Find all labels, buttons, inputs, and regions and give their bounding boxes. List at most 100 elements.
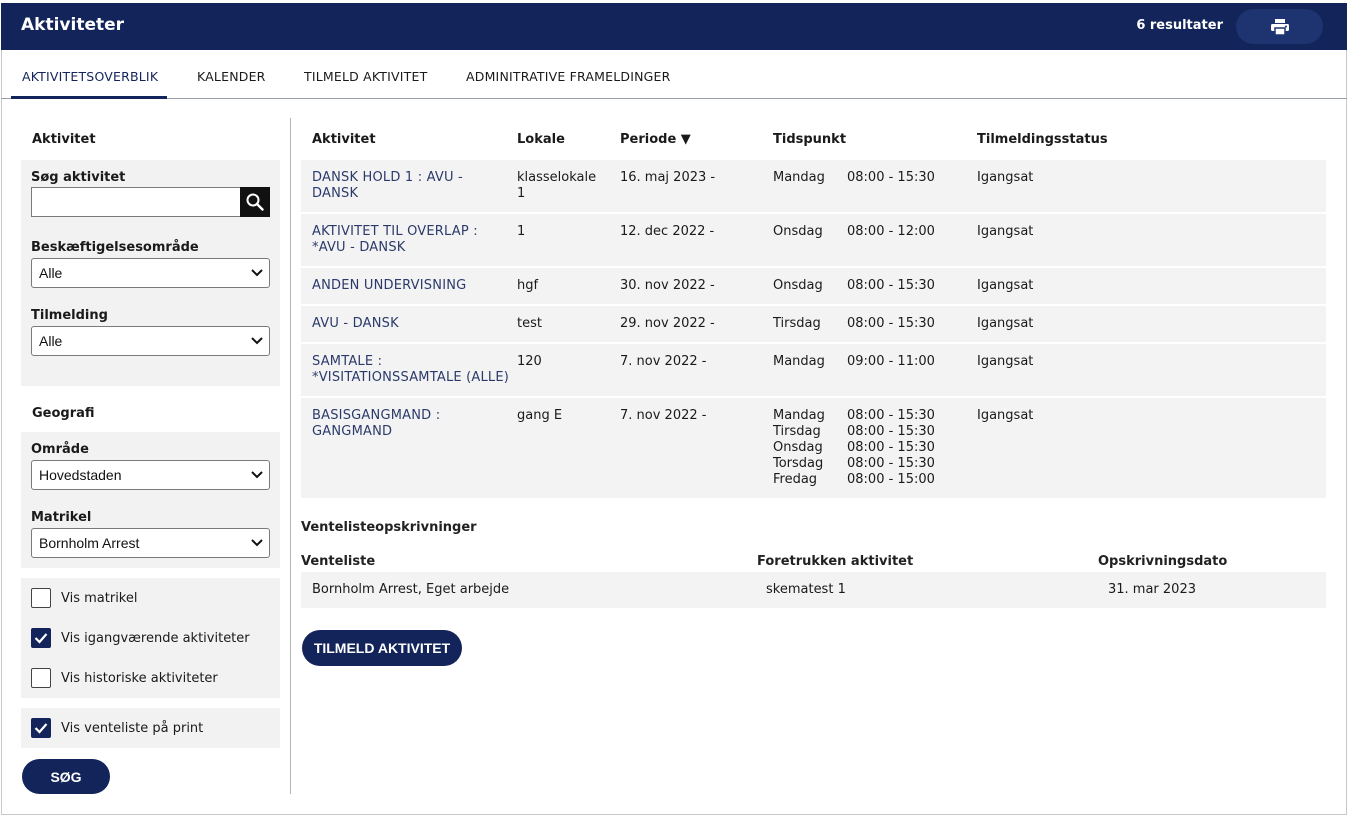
activity-link[interactable]: ANDEN UNDERVISNING [312,278,466,294]
col-header-periode[interactable]: Periode ▼ [620,132,691,147]
search-input[interactable] [31,187,241,217]
checkmark-icon [34,633,48,644]
region-select[interactable]: Hovedstaden [31,460,270,490]
activity-link-line: ANDEN UNDERVISNING [312,278,467,293]
checkbox-vis-igangvaerende[interactable]: Vis igangværende aktiviteter [31,627,250,649]
chevron-down-icon [251,269,263,277]
waitlist-row: Bornholm Arrest, Eget arbejde skematest … [301,572,1326,608]
activity-link[interactable]: BASISGANGMAND : GANGMAND [312,408,440,440]
area-label: Beskæftigelsesområde [31,240,199,255]
print-button[interactable] [1236,9,1323,44]
periode-cell: 30. nov 2022 - [620,278,715,293]
lokale-line: test [517,316,542,331]
checkbox[interactable] [31,628,51,648]
col-header-lokale[interactable]: Lokale [517,132,565,147]
waitlist-col-foretrukken: Foretrukken aktivitet [757,554,914,569]
checkbox[interactable] [31,718,51,738]
matrikel-select[interactable]: Bornholm Arrest [31,528,270,558]
periode-cell: 7. nov 2022 - [620,354,707,369]
day-label: Mandag [773,354,825,369]
status-cell: Igangsat [977,170,1034,185]
waitlist-title: Ventelisteopskrivninger [301,520,477,535]
col-header-aktivitet[interactable]: Aktivitet [312,132,376,147]
tab-administrative-frameldinger[interactable]: ADMINITRATIVE FRAMELDINGER [466,69,671,84]
activity-link[interactable]: AKTIVITET TIL OVERLAP : *AVU - DANSK [312,224,478,256]
activity-link[interactable]: DANSK HOLD 1 : AVU - DANSK [312,170,463,202]
lokale-line: 120 [517,354,542,369]
time-range: 08:00 - 15:30 [847,424,935,439]
waitlist-col-venteliste: Venteliste [301,554,376,569]
checkbox-label: Vis matrikel [61,590,138,606]
tab-bar: AKTIVITETSOVERBLIK KALENDER TILMELD AKTI… [1,50,1347,99]
matrikel-select-value: Bornholm Arrest [39,535,140,551]
day-label: Tirsdag [773,424,821,439]
periode-cell: 7. nov 2022 - [620,408,707,423]
activity-link-line: GANGMAND [312,424,393,439]
signup-select[interactable]: Alle [31,326,270,356]
printer-icon [1270,18,1289,35]
day-label: Onsdag [773,224,823,239]
region-label: Område [31,442,89,457]
search-button[interactable] [240,187,270,217]
activity-link-line: AKTIVITET TIL OVERLAP : [312,224,478,239]
page-title: Aktiviteter [21,15,125,35]
col-header-tidspunkt[interactable]: Tidspunkt [773,132,846,147]
checkbox-label: Vis igangværende aktiviteter [61,630,250,646]
active-tab-indicator [11,96,167,99]
checkbox-vis-matrikel[interactable]: Vis matrikel [31,587,137,609]
area-select[interactable]: Alle [31,258,270,288]
time-range: 08:00 - 15:30 [847,440,935,455]
app-header: Aktiviteter 6 resultater [1,3,1347,50]
signup-select-value: Alle [39,333,63,349]
checkbox-vis-venteliste-print[interactable]: Vis venteliste på print [31,717,203,739]
activity-link[interactable]: SAMTALE : *VISITATIONSSAMTALE (ALLE) [312,354,509,386]
status-cell: Igangsat [977,224,1034,239]
enroll-activity-button[interactable]: TILMELD AKTIVITET [302,630,462,666]
activity-link-line: *VISITATIONSSAMTALE (ALLE) [312,370,510,385]
waitlist-foretrukken: skematest 1 [766,582,846,597]
table-row: SAMTALE : *VISITATIONSSAMTALE (ALLE) 120 7.… [301,344,1326,396]
geography-section-title: Geografi [32,406,95,421]
tidspunkt-days: Tirsdag [773,316,821,332]
time-range: 08:00 - 15:30 [847,278,935,293]
search-submit-button[interactable]: SØG [22,759,110,794]
checkmark-icon [34,723,48,734]
time-range: 08:00 - 15:30 [847,170,935,185]
result-count: 6 resultater [1136,18,1223,33]
periode-cell: 12. dec 2022 - [620,224,715,239]
table-row: ANDEN UNDERVISNING hgf 30. nov 2022 - Onsda… [301,268,1326,304]
activity-link[interactable]: AVU - DANSK [312,316,399,332]
checkbox[interactable] [31,668,51,688]
table-row: AVU - DANSK test 29. nov 2022 - Tirsdag 08:0… [301,306,1326,342]
tab-aktivitetsoverblik[interactable]: AKTIVITETSOVERBLIK [22,69,158,84]
waitlist-col-dato: Opskrivningsdato [1098,554,1228,569]
lokale-cell: klasselokale 1 [517,170,596,202]
tidspunkt-times: 08:00 - 15:30 [847,278,935,294]
table-row: AKTIVITET TIL OVERLAP : *AVU - DANSK 1 12. … [301,214,1326,266]
region-select-value: Hovedstaden [39,467,122,483]
day-label: Torsdag [773,456,824,471]
search-icon [246,193,264,211]
checkbox-vis-historiske[interactable]: Vis historiske aktiviteter [31,667,218,689]
matrikel-label: Matrikel [31,510,92,525]
tidspunkt-times: 08:00 - 12:00 [847,224,935,240]
lokale-cell: hgf [517,278,538,294]
waitlist-dato: 31. mar 2023 [1108,582,1196,597]
day-label: Tirsdag [773,316,821,331]
tidspunkt-days: Mandag [773,170,825,186]
tab-kalender[interactable]: KALENDER [197,69,266,84]
periode-cell: 29. nov 2022 - [620,316,715,331]
tidspunkt-times: 08:00 - 15:30 [847,316,935,332]
chevron-down-icon [251,337,263,345]
tab-tilmeld-aktivitet[interactable]: TILMELD AKTIVITET [304,69,427,84]
time-range: 08:00 - 12:00 [847,224,935,239]
tidspunkt-times: 08:00 - 15:30 08:00 - 15:30 08:00 - 15:30 0… [847,408,935,488]
waitlist-venteliste: Bornholm Arrest, Eget arbejde [312,582,510,597]
day-label: Fredag [773,472,818,487]
activity-link-line: DANSK [312,186,359,201]
col-header-status[interactable]: Tilmeldingsstatus [977,132,1108,147]
checkbox[interactable] [31,588,51,608]
activity-link-line: BASISGANGMAND : [312,408,441,423]
tidspunkt-times: 09:00 - 11:00 [847,354,935,370]
area-select-value: Alle [39,265,63,281]
